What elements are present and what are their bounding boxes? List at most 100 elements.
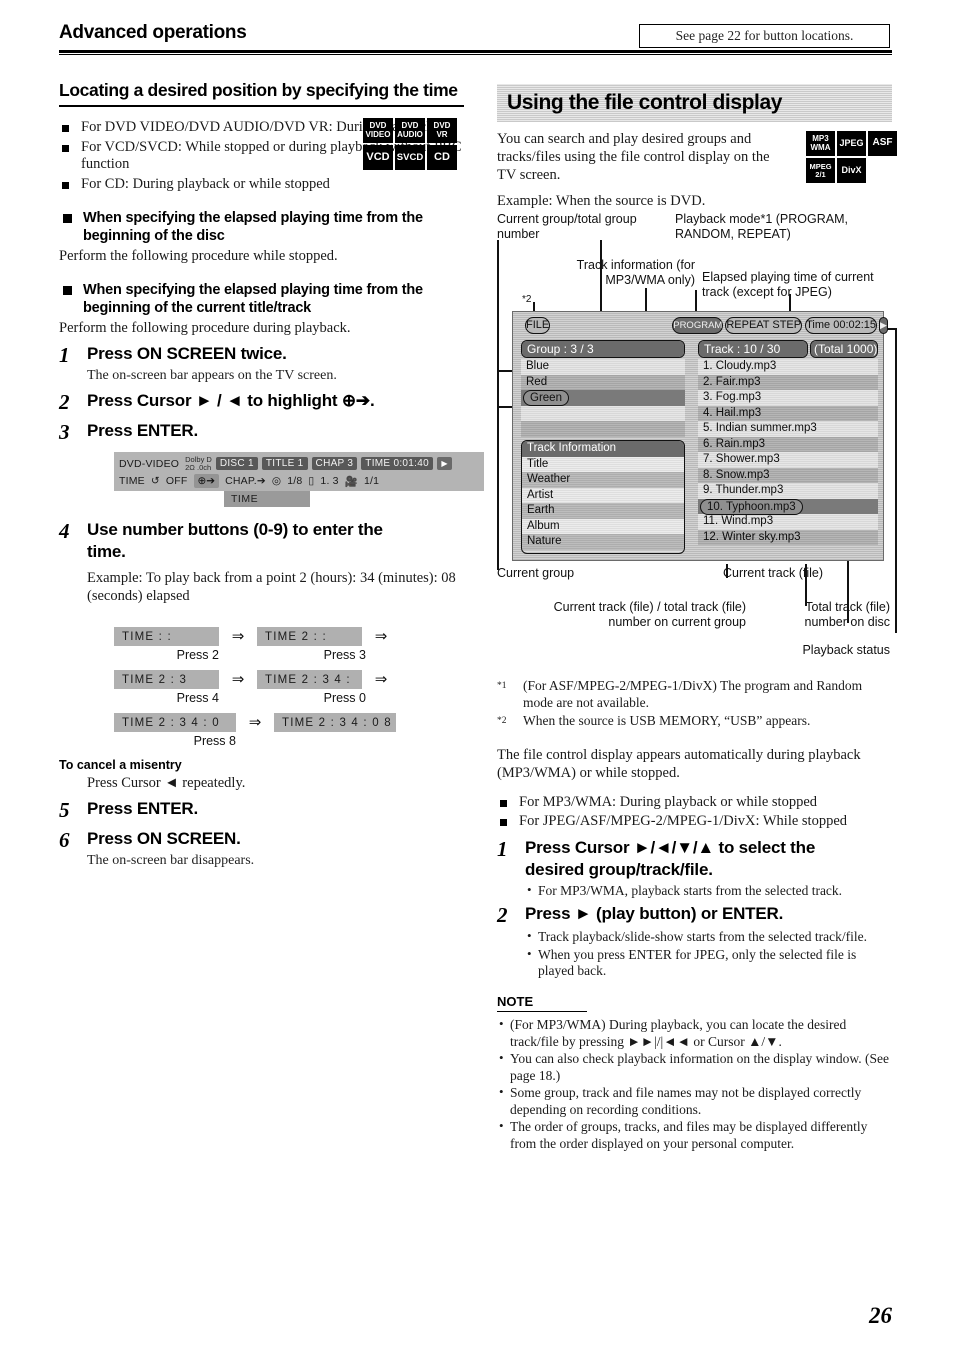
badge-mp3-wma: MP3 WMA [806, 131, 835, 156]
header-rule [59, 50, 892, 53]
press-label: Press 8 [193, 734, 236, 748]
footnote-1: *1 (For ASF/MPEG-2/MPEG-1/DivX) The prog… [497, 678, 892, 711]
cancel-misentry-body: Press Cursor ◄ repeatedly. [87, 775, 246, 791]
subheading-body-2: Perform the following procedure during p… [59, 320, 351, 336]
time-entry-sequence: TIME : : ⇒ TIME 2 : : ⇒ Press 2 Press 3 … [114, 627, 464, 748]
button-locations-note: See page 22 for button locations. [639, 24, 890, 48]
step-6-sub: The on-screen bar disappears. [87, 853, 255, 868]
list-item: 4. Hail.mp3 [698, 405, 878, 421]
list-item: Blue [521, 359, 685, 375]
badge-line2: VR [436, 129, 448, 139]
subheading-from-disc-start: When specifying the elapsed playing time… [59, 209, 464, 245]
osd-row-top: DVD-VIDEO Dolby D 2Ω .0ch DISC 1 TITLE 1… [119, 455, 479, 472]
list-item: Artist [522, 487, 684, 503]
arrow-right-icon: ⇒ [374, 672, 388, 688]
list-item: The order of groups, tracks, and files m… [497, 1118, 892, 1152]
step-number: 1 [497, 836, 508, 861]
footnote-text: (For ASF/MPEG-2/MPEG-1/DivX) The program… [523, 678, 863, 710]
leader-line [895, 328, 897, 633]
header-rule-thin [59, 54, 892, 55]
elapsed-time-chip: Time 00:02:15 [805, 316, 878, 334]
list-item: For JPEG/ASF/MPEG-2/MPEG-1/DivX: While s… [497, 813, 892, 831]
callout-elapsed-time: Elapsed playing time of current track (e… [702, 270, 874, 299]
step-text: Press ENTER. [87, 799, 198, 818]
selected-track-pill: 10. Typhoon.mp3 [700, 498, 803, 515]
press-labels-row: Press 8 [114, 734, 464, 748]
footnote-marker: *1 [497, 681, 507, 691]
press-label: Press 3 [323, 648, 366, 662]
step-text: Press Cursor ►/◄/▼/▲ to select the desir… [525, 837, 816, 879]
badge-line2: VIDEO [365, 129, 391, 139]
list-item: Some group, track and file names may not… [497, 1084, 892, 1118]
list-item: When you press ENTER for JPEG, only the … [525, 946, 892, 980]
badge-line1: ASF [872, 137, 893, 149]
page-number: 26 [869, 1303, 892, 1328]
callout-playback-status: Playback status [802, 643, 890, 657]
time-display-chip: TIME 2 : 3 4 : [257, 670, 362, 689]
group-list: Blue Red Green [521, 359, 685, 437]
right-lower-content: *1 (For ASF/MPEG-2/MPEG-1/DivX) The prog… [497, 678, 892, 1153]
badge-divx: DivX [837, 158, 866, 183]
program-chip: PROGRAM [672, 316, 724, 334]
osd-source-label: DVD-VIDEO [119, 457, 180, 470]
list-item: For CD: During playback or while stopped [59, 176, 464, 194]
section-heading-file-control: Using the file control display [497, 84, 892, 122]
fcd-top-bar: FILE PROGRAM REPEAT STEP Time 00:02:15 ▶ [513, 312, 888, 338]
osd-time-label: TIME [119, 475, 145, 487]
list-item: Album [522, 518, 684, 534]
section-heading-text: Using the file control display [507, 91, 783, 114]
step-number: 3 [59, 420, 70, 444]
list-item [521, 405, 685, 421]
list-item: 8. Snow.mp3 [698, 467, 878, 483]
list-item: Red [521, 374, 685, 390]
badge-line1: CD [434, 150, 450, 163]
page-title: Advanced operations [59, 22, 247, 43]
osd-clock-highlight: ⊕➔ [193, 474, 220, 488]
press-labels-row: Press 2 Press 3 [114, 648, 464, 662]
footnote-2: *2 When the source is USB MEMORY, “USB” … [497, 713, 892, 730]
file-control-intro: You can search and play desired groups a… [497, 131, 770, 183]
step-5: 5 Press ENTER. [59, 798, 464, 822]
badge-dvd-video: DVD VIDEO [363, 118, 393, 143]
step-6: 6 Press ON SCREEN. [59, 828, 464, 852]
cancel-misentry-heading: To cancel a misentry [59, 758, 182, 772]
badge-vcd: VCD [363, 145, 393, 170]
arrow-right-icon: ⇒ [248, 715, 262, 731]
selected-group-pill: Green [523, 390, 569, 406]
sequence-row: TIME : : ⇒ TIME 2 : : ⇒ [114, 627, 464, 646]
track-information-header: Track Information [522, 441, 684, 457]
track-header-text: Track : 10 / 30 [699, 341, 807, 357]
arrow-right-icon: ⇒ [231, 629, 245, 645]
callout-star2: *2 [522, 294, 532, 305]
step-2: 2 Press Cursor ► / ◄ to highlight ⊕➔. [59, 390, 464, 414]
osd-title-chip: TITLE 1 [261, 457, 308, 470]
osd-chapter-chip: CHAP 3 [311, 457, 358, 470]
auto-display-text: The file control display appears automat… [497, 746, 861, 781]
badge-svcd: SVCD [395, 145, 425, 170]
osd-dolby-line2: 2Ω .0ch [185, 462, 212, 472]
list-item: Nature [522, 534, 684, 550]
time-display-chip: TIME 2 : 3 4 : 0 8 [274, 713, 396, 732]
total-header-pill: (Total 1000) [810, 340, 878, 358]
step-1-sub: The on-screen bar appears on the TV scre… [87, 368, 337, 383]
badge-mpeg-21: MPEG 2/1 [806, 158, 835, 183]
right-step-1-notes: For MP3/WMA, playback starts from the se… [525, 882, 892, 900]
leader-line [600, 240, 602, 312]
osd-audio-value: 1/8 [287, 475, 303, 487]
step-number: 5 [59, 798, 70, 822]
step-number: 2 [497, 903, 508, 927]
leader-line [789, 294, 791, 312]
callout-current-group-total: Current group/total group number [497, 212, 637, 241]
sequence-row: TIME 2 : 3 ⇒ TIME 2 : 3 4 : ⇒ [114, 670, 464, 689]
list-item: 9. Thunder.mp3 [698, 483, 878, 499]
track-information-panel: Track Information Title Weather Artist E… [521, 440, 685, 554]
leader-line [497, 240, 499, 570]
badge-line1: JPEG [839, 137, 864, 148]
audio-icon: ◎ [271, 475, 282, 487]
badge-dvd-audio: DVD AUDIO [395, 118, 425, 143]
time-display-chip: TIME : : [114, 627, 219, 646]
list-item: Earth [522, 503, 684, 519]
list-item: 2. Fair.mp3 [698, 374, 878, 390]
press-labels-row: Press 4 Press 0 [114, 691, 464, 705]
step-text: Press ON SCREEN twice. [87, 344, 287, 363]
